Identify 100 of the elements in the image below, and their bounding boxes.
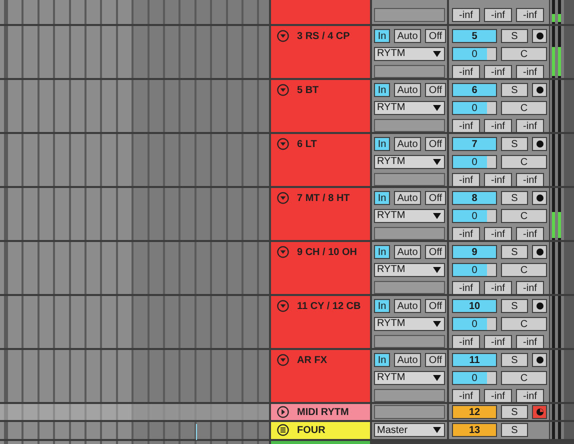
monitor-button[interactable]: In — [374, 353, 390, 367]
track-header[interactable]: 5 BT — [271, 80, 370, 132]
input-field[interactable] — [374, 405, 445, 419]
volume-slider[interactable]: 0 — [452, 209, 497, 223]
track-header[interactable]: MIDI RYTM — [271, 404, 370, 420]
monitor-button[interactable]: Auto — [394, 245, 421, 259]
monitor-button[interactable]: Off — [425, 191, 446, 205]
collapse-icon[interactable] — [277, 300, 289, 312]
track-header[interactable]: 6 LT — [271, 134, 370, 186]
send-knob[interactable]: -inf — [484, 119, 512, 133]
send-knob[interactable]: -inf — [516, 65, 544, 79]
solo-button[interactable]: S — [501, 423, 528, 437]
input-dropdown[interactable]: RYTM — [374, 317, 445, 330]
collapse-icon[interactable] — [277, 354, 289, 366]
caret-icon[interactable] — [433, 374, 441, 381]
monitor-button[interactable]: Auto — [394, 191, 421, 205]
pan-knob[interactable]: C — [501, 263, 547, 277]
track-activator[interactable]: 13 — [452, 423, 497, 437]
volume-slider[interactable]: 0 — [452, 155, 497, 169]
monitor-button[interactable]: In — [374, 299, 390, 313]
solo-button[interactable]: S — [501, 137, 528, 151]
input-dropdown[interactable]: RYTM — [374, 155, 445, 168]
arm-button[interactable] — [532, 29, 547, 43]
expand-icon[interactable] — [277, 406, 289, 418]
send-knob[interactable]: -inf — [516, 227, 544, 241]
solo-button[interactable]: S — [501, 191, 528, 205]
input-dropdown[interactable]: RYTM — [374, 47, 445, 60]
solo-button[interactable]: S — [501, 353, 528, 367]
arm-button[interactable] — [532, 299, 547, 313]
monitor-button[interactable]: Auto — [394, 299, 421, 313]
caret-icon[interactable] — [433, 50, 441, 57]
track-header[interactable]: FOUR — [271, 422, 370, 439]
send-knob[interactable]: -inf — [484, 173, 512, 187]
input-field[interactable] — [374, 172, 445, 186]
input-dropdown[interactable]: RYTM — [374, 263, 445, 276]
input-field[interactable] — [374, 388, 445, 402]
send-knob[interactable]: -inf — [516, 119, 544, 133]
monitor-button[interactable]: Off — [425, 83, 446, 97]
collapse-icon[interactable] — [277, 246, 289, 258]
volume-slider[interactable]: 0 — [452, 47, 497, 61]
send-knob[interactable]: -inf — [484, 227, 512, 241]
output-dropdown[interactable]: Master — [374, 423, 445, 437]
send-knob[interactable]: -inf — [452, 65, 480, 79]
pan-knob[interactable]: C — [501, 209, 547, 223]
track-activator[interactable]: 10 — [452, 299, 497, 313]
send-knob[interactable]: -inf — [484, 335, 512, 349]
track-activator[interactable]: 9 — [452, 245, 497, 259]
track-activator[interactable]: 11 — [452, 353, 497, 367]
caret-icon[interactable] — [433, 320, 441, 327]
track-activator[interactable]: 7 — [452, 137, 497, 151]
input-field[interactable] — [374, 280, 445, 294]
monitor-button[interactable]: In — [374, 245, 390, 259]
send-knob[interactable]: -inf — [452, 281, 480, 295]
volume-slider[interactable]: 0 — [452, 317, 497, 331]
monitor-button[interactable]: In — [374, 137, 390, 151]
solo-button[interactable]: S — [501, 405, 528, 419]
arm-button[interactable] — [532, 353, 547, 367]
send-knob[interactable]: -inf — [516, 8, 544, 22]
pan-knob[interactable]: C — [501, 101, 547, 115]
track-header[interactable]: 11 CY / 12 CB — [271, 296, 370, 348]
monitor-button[interactable]: Auto — [394, 29, 421, 43]
solo-button[interactable]: S — [501, 83, 528, 97]
caret-icon[interactable] — [433, 212, 441, 219]
input-field[interactable] — [374, 226, 445, 240]
solo-button[interactable]: S — [501, 299, 528, 313]
monitor-button[interactable]: Off — [425, 137, 446, 151]
track-activator[interactable]: 5 — [452, 29, 497, 43]
track-header[interactable]: AR FX — [271, 350, 370, 402]
arm-button[interactable] — [532, 245, 547, 259]
send-knob[interactable]: -inf — [452, 119, 480, 133]
send-knob[interactable]: -inf — [452, 227, 480, 241]
caret-icon[interactable] — [433, 104, 441, 111]
volume-slider[interactable]: 0 — [452, 101, 497, 115]
track-activator[interactable]: 6 — [452, 83, 497, 97]
volume-slider[interactable]: 0 — [452, 371, 497, 385]
input-dropdown[interactable]: RYTM — [374, 101, 445, 114]
pan-knob[interactable]: C — [501, 371, 547, 385]
send-knob[interactable]: -inf — [484, 65, 512, 79]
send-knob[interactable]: -inf — [484, 389, 512, 403]
track-header[interactable]: 3 RS / 4 CP — [271, 26, 370, 78]
input-field[interactable] — [374, 118, 445, 132]
input-dropdown[interactable]: RYTM — [374, 371, 445, 384]
send-knob[interactable]: -inf — [452, 173, 480, 187]
pan-knob[interactable]: C — [501, 47, 547, 61]
send-knob[interactable]: -inf — [516, 335, 544, 349]
monitor-button[interactable]: Off — [425, 299, 446, 313]
solo-button[interactable]: S — [501, 245, 528, 259]
send-knob[interactable]: -inf — [452, 389, 480, 403]
caret-icon[interactable] — [433, 266, 441, 273]
monitor-button[interactable]: In — [374, 191, 390, 205]
arm-button[interactable] — [532, 83, 547, 97]
collapse-icon[interactable] — [277, 192, 289, 204]
collapse-icon[interactable] — [277, 84, 289, 96]
caret-icon[interactable] — [433, 158, 441, 165]
pan-knob[interactable]: C — [501, 155, 547, 169]
arm-button[interactable] — [532, 191, 547, 205]
track-header[interactable]: 9 CH / 10 OH — [271, 242, 370, 294]
monitor-button[interactable]: Off — [425, 29, 446, 43]
input-field[interactable] — [374, 334, 445, 348]
caret-icon[interactable] — [433, 427, 441, 433]
